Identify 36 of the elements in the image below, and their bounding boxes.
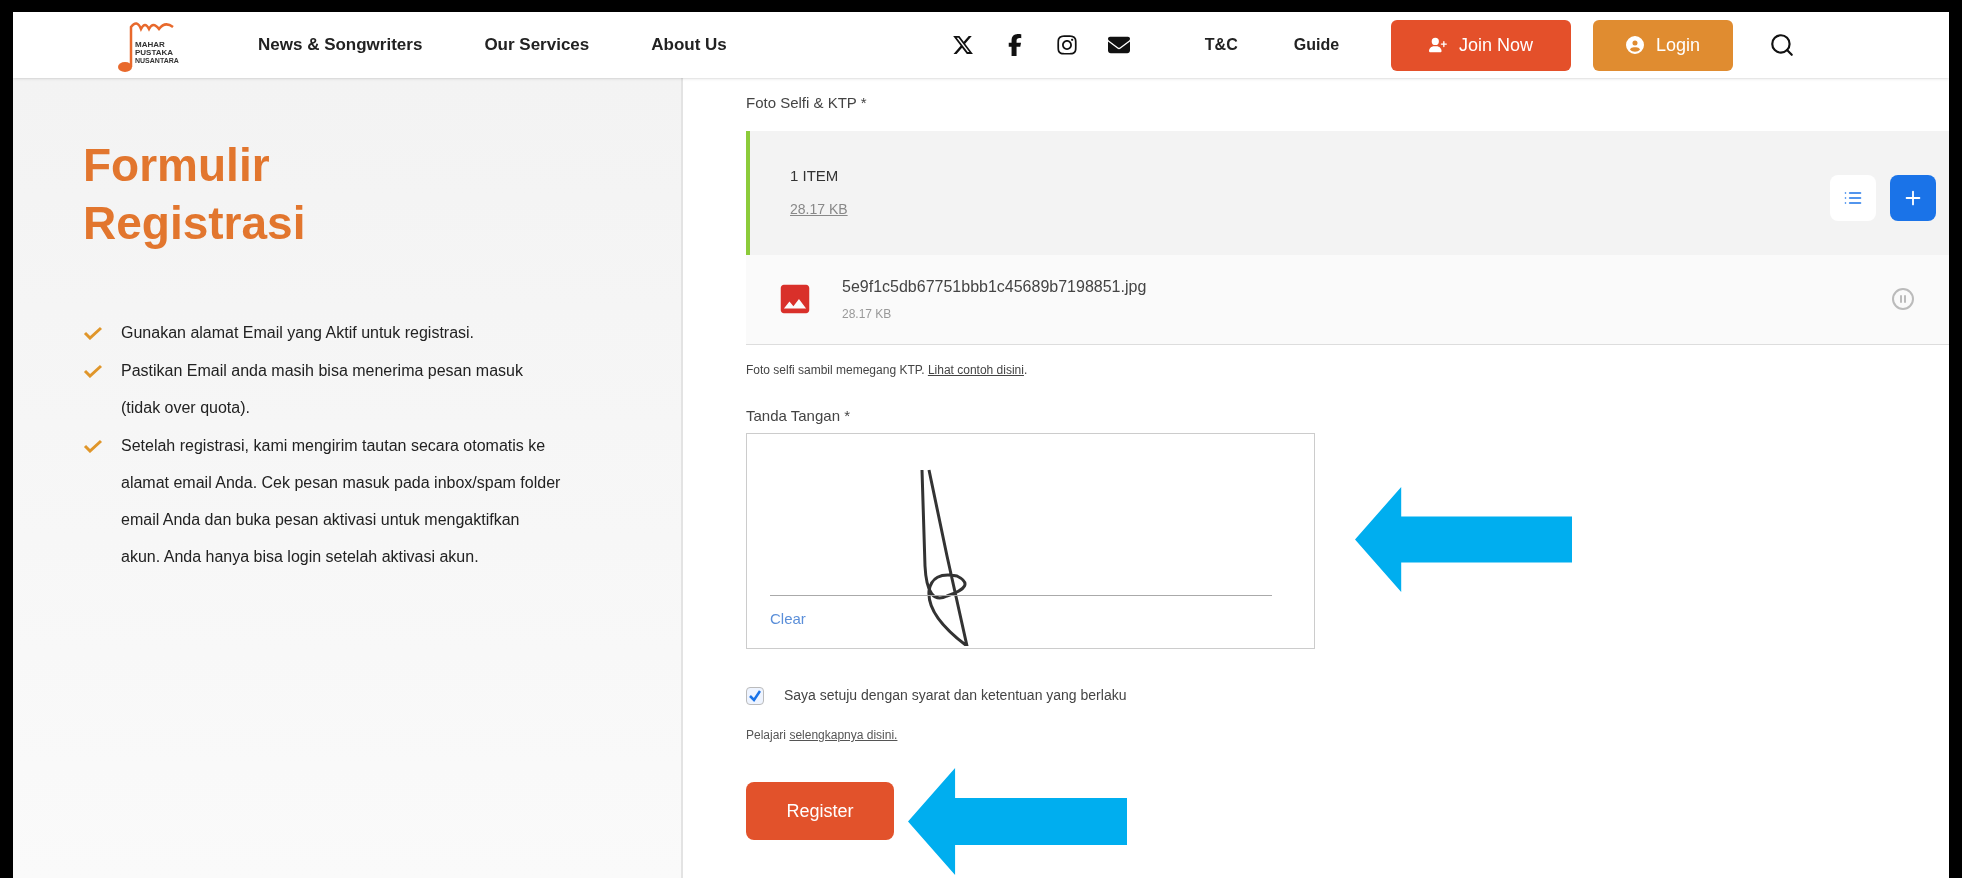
learn-more-link[interactable]: selengkapnya disini. <box>789 728 898 742</box>
agree-label: Saya setuju dengan syarat dan ketentuan yang berlaku <box>784 686 1127 705</box>
file-name: 5e9f1c5db67751bbb1c45689b7198851.jpg <box>842 277 1148 297</box>
page-title: Formulir Registrasi <box>83 138 307 251</box>
nav-link[interactable]: T&C <box>1204 33 1238 57</box>
nav-link[interactable]: Our Services <box>484 32 590 58</box>
nav-link[interactable]: News & Songwriters <box>258 32 423 58</box>
instagram-icon[interactable] <box>1055 34 1078 56</box>
check-icon <box>83 364 103 378</box>
file-size: 28.17 KB <box>842 306 893 323</box>
item-count: 1 ITEM <box>790 165 840 186</box>
help-text: Foto selfi sambil memegang KTP. Lihat contoh disini. <box>746 361 1029 379</box>
register-button[interactable]: Register <box>746 782 894 840</box>
learn-more-text: Pelajari selengkapnya disini. <box>746 727 899 744</box>
search-icon[interactable] <box>1769 32 1796 58</box>
nav-link[interactable]: Guide <box>1293 33 1340 57</box>
list-button[interactable] <box>1830 174 1876 221</box>
x-icon[interactable] <box>951 34 974 56</box>
add-button[interactable] <box>1890 174 1936 221</box>
mail-icon[interactable] <box>1107 34 1130 56</box>
check-icon <box>83 326 103 340</box>
check-icon <box>83 439 103 453</box>
instruction-text: Pastikan Email anda masih bisa menerima pesan masuk (tidak over quota). <box>121 361 524 418</box>
field-label: Tanda Tangan * <box>746 405 851 426</box>
example-link[interactable]: Lihat contoh disini <box>927 362 1024 377</box>
field-label: Foto Selfi & KTP * <box>746 93 868 113</box>
instruction-text: Gunakan alamat Email yang Aktif untuk registrasi. <box>121 323 476 343</box>
user-plus-icon <box>1429 36 1448 54</box>
arrow-icon <box>908 768 1127 875</box>
nav-link[interactable]: About Us <box>651 32 727 58</box>
agree-checkbox[interactable] <box>746 686 764 705</box>
join-now-button[interactable]: Join Now <box>1391 19 1572 71</box>
arrow-icon <box>1355 487 1572 592</box>
total-size: 28.17 KB <box>790 200 848 220</box>
instruction-text: Setelah registrasi, kami mengirim tautan secara otomatis ke alamat email Anda. Cek pesan masuk pada inbox/spam folder email Anda dan buka pesan aktivasi untuk mengaktifkan akun. Anda hanya bisa login setelah aktivasi akun. <box>121 436 561 567</box>
user-icon <box>1626 36 1645 54</box>
